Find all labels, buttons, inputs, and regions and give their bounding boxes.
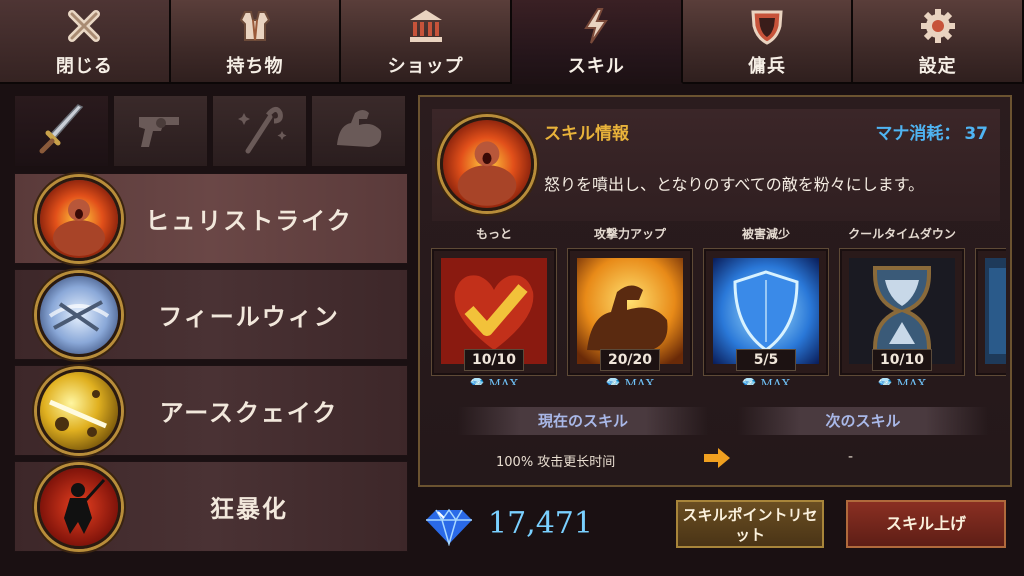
next-skill-header: 次のスキル — [738, 407, 988, 435]
diamond-icon: 💎 — [605, 377, 621, 385]
upgrade-frame: 5/5 — [703, 248, 829, 376]
rage-warrior-icon — [440, 117, 534, 211]
current-skill-header: 現在のスキル — [458, 407, 708, 435]
skill-info-box: スキル情報 マナ消耗： 37 怒りを噴出し、となりのすべての敵を粉々にします。 — [432, 109, 1000, 221]
upgrade-max-label: MAX — [488, 377, 519, 385]
upgrade-frame: 10/10 — [839, 248, 965, 376]
upgrade-card[interactable]: もっと 10/10 💎 MAX — [430, 225, 558, 385]
top-tab-bar: 閉じる 持ち物 ショップ スキル 傭兵 設定 — [0, 0, 1024, 84]
upgrade-card[interactable]: フ — [974, 225, 1006, 385]
berserk-ninja-icon — [37, 464, 121, 549]
tab-gun[interactable] — [113, 95, 208, 167]
upgrade-max-label: MAX — [624, 377, 655, 385]
close-x-icon — [64, 6, 104, 46]
reset-skill-points-button[interactable]: スキルポイントリセット — [676, 500, 824, 548]
upgrade-title: フ — [974, 225, 1006, 245]
current-skill-value: 100% 攻击更长时间 — [496, 455, 616, 470]
tab-magic[interactable] — [212, 95, 307, 167]
tab-skill[interactable]: スキル — [511, 0, 683, 84]
upgrade-title: クールタイムダウン — [848, 227, 956, 241]
mana-cost-label: マナ消耗： — [875, 124, 961, 144]
upgrade-card[interactable]: 攻撃力アップ 20/20 💎 MAX — [566, 225, 694, 385]
tab-mercenary[interactable]: 傭兵 — [682, 0, 854, 84]
upgrade-title: もっと — [475, 227, 512, 241]
tab-sword[interactable] — [14, 95, 109, 167]
diamond-icon — [424, 506, 474, 547]
tab-inventory-label: 持ち物 — [226, 56, 284, 77]
tab-mercenary-label: 傭兵 — [747, 56, 786, 77]
skill-row[interactable]: 狂暴化 — [14, 461, 408, 552]
flexed-arm-icon — [329, 99, 389, 163]
tab-close[interactable]: 閉じる — [0, 0, 171, 84]
next-skill-value: - — [848, 449, 854, 465]
tab-shop-label: ショップ — [387, 56, 464, 77]
tab-skill-label: スキル — [567, 56, 625, 77]
upgrade-count: 5/5 — [736, 349, 796, 371]
tab-close-label: 閉じる — [55, 56, 113, 77]
bank-icon — [406, 6, 446, 46]
upgrade-count: 10/10 — [464, 349, 524, 371]
upgrade-cards: もっと 10/10 💎 MAX 攻撃力アップ 20/20 💎 MAX 被害減少 — [430, 225, 1006, 385]
lightning-icon — [576, 6, 616, 46]
tab-settings[interactable]: 設定 — [853, 0, 1024, 84]
sword-icon — [32, 99, 92, 163]
upgrade-frame — [975, 248, 1006, 376]
upgrade-title: 攻撃力アップ — [593, 227, 666, 241]
earthquake-icon — [37, 368, 121, 453]
diamond-icon: 💎 — [469, 377, 485, 385]
upgrade-max: 💎 MAX — [430, 377, 558, 385]
upgrade-frame: 20/20 — [567, 248, 693, 376]
skill-name: アースクェイク — [159, 399, 339, 427]
partial-card-icon — [985, 258, 1006, 364]
upgrade-count: 10/10 — [872, 349, 932, 371]
gear-icon — [918, 6, 958, 46]
skill-name: フィールウィン — [158, 303, 340, 331]
diamond-icon: 💎 — [877, 377, 893, 385]
diamond-icon: 💎 — [741, 377, 757, 385]
skill-list: ヒュリストライク フィールウィン アースクェイク 狂暴化 — [14, 173, 408, 552]
skill-name: 狂暴化 — [210, 495, 288, 523]
upgrade-title: 被害減少 — [741, 227, 790, 241]
revolver-icon — [131, 99, 191, 163]
armor-icon — [235, 6, 275, 46]
upgrade-max: 💎 MAX — [838, 377, 966, 385]
skill-row[interactable]: ヒュリストライク — [14, 173, 408, 264]
upgrade-card[interactable]: クールタイムダウン 10/10 💎 MAX — [838, 225, 966, 385]
skill-row[interactable]: アースクェイク — [14, 365, 408, 456]
tab-settings-label: 設定 — [918, 56, 957, 77]
upgrade-card[interactable]: 被害減少 5/5 💎 MAX — [702, 225, 830, 385]
upgrade-max-label: MAX — [760, 377, 791, 385]
upgrade-max: 💎 MAX — [566, 377, 694, 385]
skill-list-panel: ヒュリストライク フィールウィン アースクェイク 狂暴化 — [14, 95, 408, 561]
skill-upgrade-button[interactable]: スキル上げ — [846, 500, 1006, 548]
arrow-right-icon — [702, 447, 732, 469]
tab-strength[interactable] — [311, 95, 406, 167]
tab-inventory[interactable]: 持ち物 — [170, 0, 342, 84]
upgrade-frame: 10/10 — [431, 248, 557, 376]
mana-cost: マナ消耗： 37 — [875, 119, 988, 144]
mana-cost-value: 37 — [964, 124, 988, 144]
skill-detail-panel: スキル情報 マナ消耗： 37 怒りを噴出し、となりのすべての敵を粉々にします。 も… — [418, 95, 1012, 487]
upgrade-max: 💎 MAX — [702, 377, 830, 385]
upgrade-max-label: MAX — [896, 377, 927, 385]
weapon-category-tabs — [14, 95, 408, 167]
magic-staff-icon — [230, 99, 290, 163]
rage-warrior-icon — [37, 176, 121, 261]
skill-info-title: スキル情報 — [544, 124, 629, 144]
shield-icon — [747, 6, 787, 46]
upgrade-count: 20/20 — [600, 349, 660, 371]
skill-description: 怒りを噴出し、となりのすべての敵を粉々にします。 — [544, 175, 925, 194]
skill-name: ヒュリストライク — [145, 207, 353, 235]
skill-row[interactable]: フィールウィン — [14, 269, 408, 360]
tab-shop[interactable]: ショップ — [341, 0, 512, 84]
wind-swords-icon — [37, 272, 121, 357]
gem-count: 17,471 — [488, 506, 593, 541]
